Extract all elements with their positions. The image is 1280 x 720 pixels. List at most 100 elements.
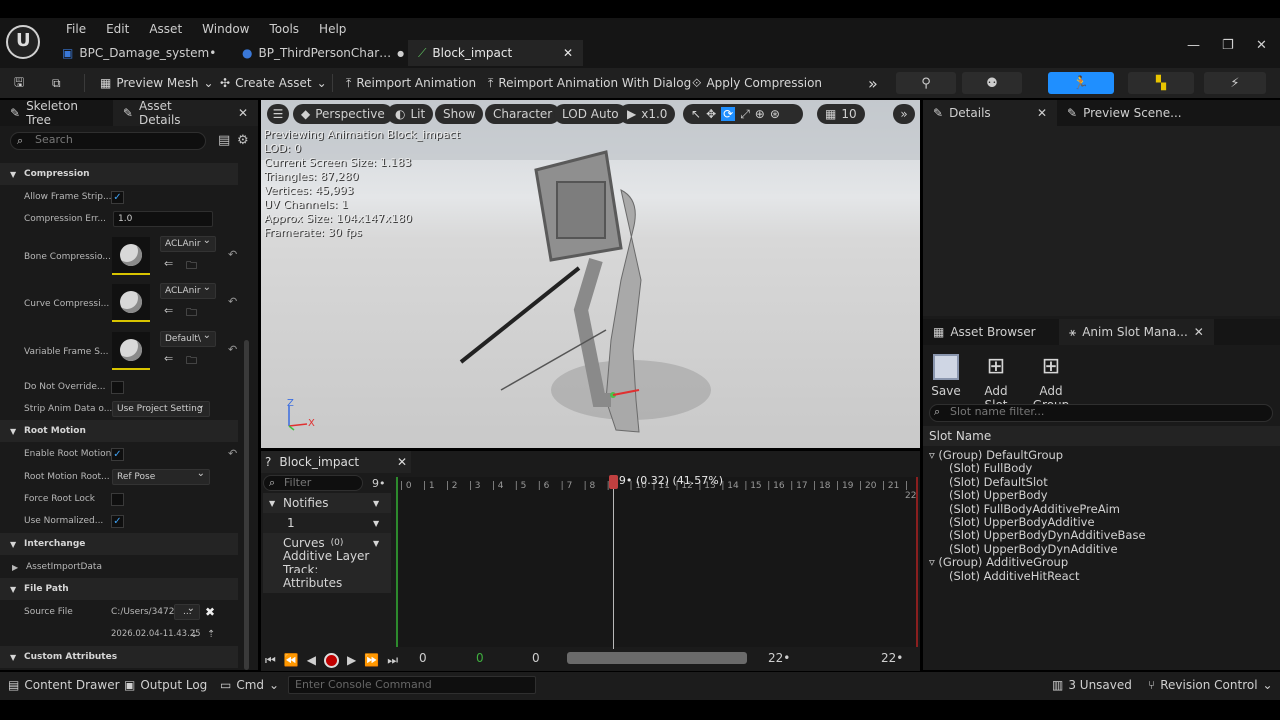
track-notifies[interactable]: ▼ Notifies ▼ bbox=[263, 493, 391, 513]
slot-item[interactable]: (Slot) UpperBodyDynAdditiveBase bbox=[949, 528, 1146, 542]
slot-item[interactable]: (Slot) UpperBody bbox=[949, 488, 1048, 502]
save-icon[interactable]: 🖫 bbox=[8, 72, 30, 94]
reimport-animation-button[interactable]: ⤒ Reimport Animation bbox=[340, 72, 482, 94]
lit-button[interactable]: ◐ Lit bbox=[387, 104, 434, 124]
skip-to-start-icon[interactable]: ⏮ bbox=[265, 653, 276, 668]
close-icon[interactable]: ✕ bbox=[1194, 325, 1204, 339]
window-close-icon[interactable]: ✕ bbox=[1256, 38, 1267, 53]
reset-arrow-icon[interactable]: ↶ bbox=[228, 248, 237, 261]
range-end-2[interactable]: 22• bbox=[881, 651, 903, 669]
preview-viewport[interactable]: ☰ ◆ Perspective ◐ Lit Show Character LOD A… bbox=[261, 100, 920, 448]
perspective-button[interactable]: ◆ Perspective bbox=[293, 104, 393, 124]
rotate-icon[interactable]: ⟳ bbox=[721, 107, 736, 121]
view-range-scrollbar[interactable] bbox=[567, 652, 747, 664]
allow-frame-strip-checkbox[interactable]: ✓ bbox=[111, 190, 124, 204]
console-command-input[interactable]: Enter Console Command bbox=[288, 676, 536, 694]
playback-speed-button[interactable]: ▶ x1.0 bbox=[619, 104, 676, 124]
dropdown-arrow-icon[interactable]: ▼ bbox=[373, 519, 379, 528]
close-icon[interactable]: ✕ bbox=[238, 106, 248, 120]
use-normalized-checkbox[interactable]: ✓ bbox=[111, 514, 124, 528]
slot-item[interactable]: (Slot) UpperBodyDynAdditive bbox=[949, 542, 1118, 556]
select-icon[interactable]: ↖ bbox=[691, 107, 701, 121]
slot-group-item[interactable]: ▿ (Group) DefaultGroup bbox=[929, 448, 1063, 462]
grid-snap-button[interactable]: ▦ 10 bbox=[817, 104, 865, 124]
overflow-chevron-icon[interactable]: » bbox=[862, 72, 884, 94]
variable-frame-dropdown[interactable]: Default\ bbox=[160, 329, 216, 347]
reset-arrow-icon[interactable]: ↶ bbox=[228, 343, 237, 356]
category-compression[interactable]: ▼ Compression bbox=[0, 163, 238, 185]
skip-to-end-icon[interactable]: ⏭ bbox=[387, 653, 398, 668]
reimport-dialog-button[interactable]: ⤒ Reimport Animation With Dialog bbox=[482, 72, 697, 94]
tab-asset-details[interactable]: ✎ Asset Details ✕ bbox=[112, 99, 258, 127]
preview-mesh-button[interactable]: ▦ Preview Mesh ⌄ bbox=[94, 72, 220, 94]
track-additive-layer[interactable]: Additive Layer Track: bbox=[263, 549, 391, 577]
use-asset-icon[interactable]: ⇐ bbox=[164, 352, 173, 365]
range-green[interactable]: 0 bbox=[476, 651, 484, 669]
output-log-button[interactable]: ▣ Output Log bbox=[124, 678, 207, 692]
slot-item[interactable]: (Slot) DefaultSlot bbox=[949, 475, 1048, 489]
root-motion-root-dropdown[interactable]: Ref Pose bbox=[112, 467, 210, 485]
browse-file-button[interactable]: ... bbox=[174, 602, 200, 620]
do-not-override-checkbox[interactable] bbox=[111, 380, 124, 394]
slot-item[interactable]: (Slot) FullBody bbox=[949, 461, 1032, 475]
unsaved-button[interactable]: ▥ 3 Unsaved bbox=[1052, 678, 1132, 692]
menu-edit[interactable]: Edit bbox=[96, 22, 139, 36]
close-icon[interactable]: ✕ bbox=[1037, 106, 1047, 120]
menu-window[interactable]: Window bbox=[192, 22, 259, 36]
show-button[interactable]: Show bbox=[435, 104, 484, 124]
range-start[interactable]: 0 bbox=[419, 651, 427, 669]
mesh-mode-icon[interactable]: ⚉ bbox=[962, 72, 1022, 94]
tab-asset-browser[interactable]: ▦ Asset Browser bbox=[923, 319, 1059, 345]
settings-gear-icon[interactable]: ⚙ bbox=[237, 133, 249, 148]
timeline-track-area[interactable] bbox=[396, 477, 918, 647]
use-asset-icon[interactable]: ⇐ bbox=[164, 304, 173, 317]
viewport-menu-icon[interactable]: ☰ bbox=[267, 104, 289, 124]
revision-control-button[interactable]: ⑂ Revision Control ⌄ bbox=[1148, 678, 1273, 692]
character-button[interactable]: Character bbox=[485, 104, 561, 124]
force-root-lock-checkbox[interactable] bbox=[111, 492, 124, 506]
step-back-icon[interactable]: ⏪ bbox=[284, 653, 299, 667]
tab-bpc-damage[interactable]: ▣ BPC_Damage_system• bbox=[52, 40, 226, 66]
tab-details[interactable]: ✎ Details ✕ bbox=[923, 100, 1057, 126]
tab-anim-slot-manager[interactable]: ⚹ Anim Slot Mana... ✕ bbox=[1059, 319, 1214, 345]
clear-x-icon[interactable]: ✖ bbox=[205, 605, 215, 619]
track-notify-1[interactable]: 1 ▼ bbox=[263, 513, 391, 533]
reset-arrow-icon[interactable]: ↶ bbox=[228, 447, 237, 460]
world-local-icon[interactable]: ⊕ bbox=[755, 107, 765, 121]
category-interchange[interactable]: ▼ Interchange bbox=[0, 533, 238, 555]
use-asset-icon[interactable]: ⇐ bbox=[164, 257, 173, 270]
curve-compression-dropdown[interactable]: ACLAnir bbox=[160, 281, 216, 299]
browse-folder-icon[interactable]: 🗀 bbox=[186, 352, 197, 371]
bone-compression-dropdown[interactable]: ACLAnir bbox=[160, 234, 216, 252]
slot-filter-input[interactable]: Slot name filter... bbox=[929, 404, 1273, 422]
save-slots-button[interactable]: Save bbox=[931, 354, 961, 398]
slot-item[interactable]: (Slot) FullBodyAdditivePreAim bbox=[949, 502, 1120, 516]
compression-error-field[interactable]: 1.0 bbox=[113, 211, 213, 227]
strip-anim-dropdown[interactable]: Use Project Setting bbox=[112, 399, 210, 417]
table-view-icon[interactable]: ▤ bbox=[218, 133, 230, 148]
dropdown-arrow-icon[interactable]: ▼ bbox=[373, 499, 379, 508]
slot-item[interactable]: (Slot) AdditiveHitReact bbox=[949, 569, 1080, 583]
viewport-overflow-icon[interactable]: » bbox=[893, 104, 915, 124]
scrub-handle[interactable] bbox=[608, 475, 618, 489]
unreal-logo-icon[interactable] bbox=[6, 25, 40, 59]
range-mid[interactable]: 0 bbox=[532, 651, 540, 669]
range-end[interactable]: 22• bbox=[768, 651, 790, 669]
cmd-button[interactable]: ▭ Cmd ⌄ bbox=[220, 678, 279, 692]
animation-mode-icon[interactable]: 🏃 bbox=[1048, 72, 1114, 94]
create-asset-button[interactable]: ✣ Create Asset ⌄ bbox=[214, 72, 333, 94]
browse-folder-icon[interactable]: 🗀 bbox=[186, 257, 197, 276]
variable-frame-thumbnail[interactable] bbox=[112, 332, 150, 370]
bone-compression-thumbnail[interactable] bbox=[112, 237, 150, 275]
play-icon[interactable]: ▶ bbox=[347, 653, 356, 667]
enable-root-motion-checkbox[interactable]: ✓ bbox=[111, 447, 124, 461]
blueprint-mode-icon[interactable]: ▚ bbox=[1128, 72, 1194, 94]
apply-compression-button[interactable]: ⟐ Apply Compression bbox=[686, 72, 828, 94]
close-icon[interactable]: ✕ bbox=[563, 46, 573, 60]
physics-mode-icon[interactable]: ⚡ bbox=[1204, 72, 1266, 94]
category-custom-attributes[interactable]: ▼ Custom Attributes bbox=[0, 646, 238, 668]
restore-icon[interactable]: ❐ bbox=[1222, 38, 1234, 53]
minimize-icon[interactable]: — bbox=[1187, 38, 1200, 53]
upload-icon[interactable]: ⇡ bbox=[207, 629, 215, 640]
timeline-filter-input[interactable]: Filter bbox=[263, 475, 363, 491]
